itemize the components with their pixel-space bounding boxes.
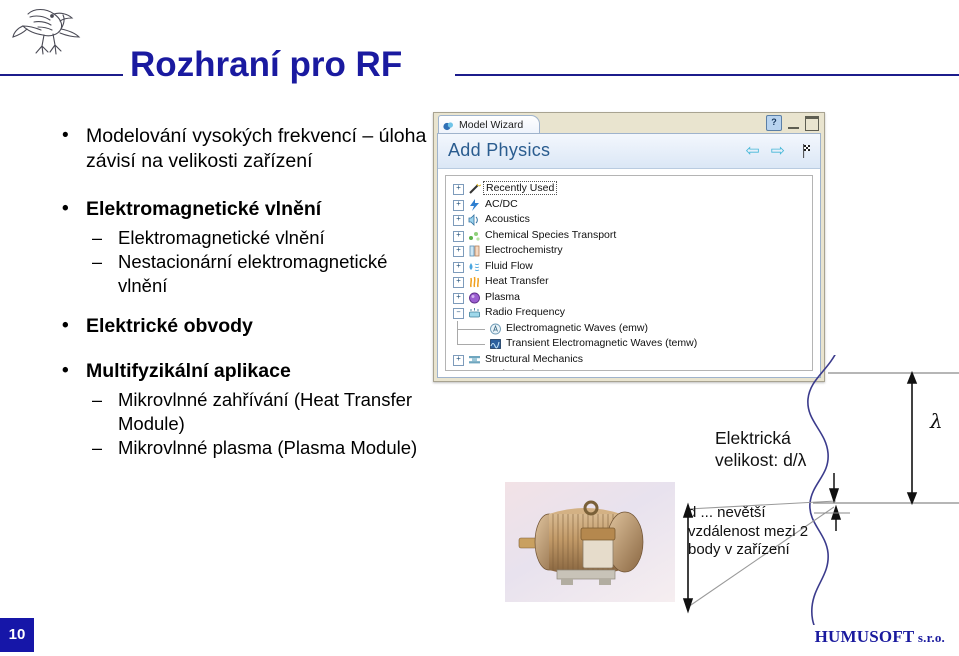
page-number-box: 10 — [0, 618, 34, 652]
heat-transfer-icon — [468, 276, 481, 288]
tree-item-radio-frequency[interactable]: – Radio Frequency — [446, 305, 812, 321]
checkered-flag-icon[interactable] — [796, 143, 812, 159]
arrow-left-icon[interactable]: ⇦ — [746, 142, 760, 159]
tree-line — [457, 328, 485, 330]
tree-line — [457, 336, 458, 344]
minimize-icon[interactable] — [788, 117, 799, 129]
tree-item-label: Electrochemistry — [485, 244, 563, 256]
tree-item-recently-used[interactable]: + Recently Used — [446, 181, 812, 197]
bullet-subitem: Elektromagnetické vlnění — [52, 226, 432, 250]
tree-item-label: Chemical Species Transport — [485, 228, 617, 241]
expand-icon[interactable]: + — [453, 354, 464, 366]
wizard-tab-bar: Model Wizard ? — [434, 113, 824, 134]
tree-item-label: Recently Used — [483, 181, 558, 195]
bullet-item: Modelování vysokých frekvencí – úloha zá… — [52, 123, 432, 174]
page-title: Rozhraní pro RF — [130, 45, 403, 84]
title-rule-left — [0, 74, 123, 76]
chemical-species-icon — [468, 230, 481, 242]
tree-item-fluid-flow[interactable]: + Fluid Flow — [446, 259, 812, 275]
tree-item-label: Mathematics — [485, 368, 545, 370]
wizard-nav-buttons: ⇦ ⇨ — [746, 142, 813, 159]
tree-item-label: Radio Frequency — [485, 306, 565, 318]
bird-logo-icon — [8, 4, 88, 60]
d-definition-line3: body v zařízení — [688, 541, 790, 558]
tree-item-label: Acoustics — [485, 213, 530, 225]
window-buttons: ? — [766, 115, 819, 131]
maximize-icon[interactable] — [805, 115, 819, 131]
bullet-subitem: Mikrovlnné plasma (Plasma Module) — [52, 436, 432, 460]
brand-suffix: s.r.o. — [914, 630, 945, 645]
electrical-size-diagram: Elektrická velikost: d/λ d ... nevětší v… — [600, 355, 959, 625]
d-definition-line2: vzdálenost mezi 2 — [688, 522, 809, 540]
tree-item-electromagnetic-waves-emw[interactable]: Electromagnetic Waves (emw) — [446, 320, 812, 336]
page-number: 10 — [8, 626, 26, 643]
tree-item-acoustics[interactable]: + Acoustics — [446, 212, 812, 228]
title-rule-right — [455, 74, 959, 76]
tree-item-plasma[interactable]: + Plasma — [446, 290, 812, 306]
tab-model-wizard[interactable]: Model Wizard — [438, 115, 541, 134]
lambda-label: λ — [930, 409, 943, 433]
model-wizard-dialog[interactable]: Model Wizard ? Add Physics ⇦ ⇨ + Recentl… — [433, 112, 825, 382]
d-definition-label: d ... nevětší vzdálenost mezi 2 body v z… — [688, 504, 848, 560]
slide: Rozhraní pro RF Modelování vysokých frek… — [0, 0, 959, 656]
bullet-item: Elektromagnetické vlnění — [52, 196, 432, 222]
tree-item-acdc[interactable]: + AC/DC — [446, 197, 812, 213]
bullet-item: Elektrické obvody — [52, 313, 432, 339]
bullet-subitem: Nestacionární elektromagnetické vlnění — [52, 250, 432, 298]
diagram-svg — [682, 355, 959, 625]
tree-item-heat-transfer[interactable]: + Heat Transfer — [446, 274, 812, 290]
brand-label: HUMUSOFT s.r.o. — [815, 627, 945, 647]
expand-icon[interactable]: + — [453, 370, 464, 371]
plasma-icon — [468, 292, 481, 304]
expand-icon[interactable]: + — [453, 261, 464, 273]
tree-item-label: Structural Mechanics — [485, 352, 584, 365]
tree-item-label: Transient Electromagnetic Waves (temw) — [506, 337, 698, 349]
expand-icon[interactable]: + — [453, 246, 464, 257]
expand-icon[interactable]: + — [453, 215, 464, 226]
electrical-size-line2: velikost: d/λ — [715, 450, 807, 470]
tree-item-label: Plasma — [485, 290, 521, 303]
collapse-icon[interactable]: – — [453, 308, 464, 319]
tree-line — [457, 344, 485, 345]
expand-icon[interactable]: + — [453, 230, 464, 242]
tree-item-label: AC/DC — [485, 197, 518, 210]
expand-icon[interactable]: + — [453, 184, 464, 195]
tree-item-label: Electromagnetic Waves (emw) — [506, 321, 648, 334]
tree-item-chemical-species-transport[interactable]: + Chemical Species Transport — [446, 228, 812, 244]
bullet-item: Multifyzikální aplikace — [52, 358, 432, 384]
comsol-icon — [443, 120, 454, 131]
lambda-arrow — [906, 370, 918, 506]
recently-used-icon — [468, 183, 482, 195]
electrochemistry-icon — [468, 245, 481, 257]
help-icon[interactable]: ? — [766, 115, 782, 131]
d-definition-line1: d ... nevětší — [688, 504, 766, 521]
mathematics-icon: Δu — [468, 369, 481, 370]
bullet-subitem: Mikrovlnné zahřívání (Heat Transfer Modu… — [52, 388, 432, 436]
tab-label: Model Wizard — [459, 119, 524, 131]
expand-icon[interactable]: + — [453, 199, 464, 211]
fluid-flow-icon — [468, 261, 481, 273]
wizard-body: Add Physics ⇦ ⇨ + Recently Used + AC/DC … — [437, 133, 821, 378]
expand-icon[interactable]: + — [453, 277, 464, 288]
bullet-list: Modelování vysokých frekvencí – úloha zá… — [52, 123, 432, 460]
tree-item-electrochemistry[interactable]: + Electrochemistry — [446, 243, 812, 259]
tree-item-label: Heat Transfer — [485, 275, 549, 287]
radio-frequency-icon — [468, 307, 481, 319]
acdc-icon — [468, 198, 481, 211]
structural-mechanics-icon — [468, 354, 481, 366]
brand-main: HUMUSOFT — [814, 627, 915, 646]
tree-item-transient-electromagnetic-waves-temw[interactable]: Transient Electromagnetic Waves (temw) — [446, 336, 812, 352]
arrow-right-icon[interactable]: ⇨ — [771, 142, 785, 159]
wizard-header: Add Physics ⇦ ⇨ — [438, 134, 820, 169]
tree-item-label: Fluid Flow — [485, 259, 533, 272]
acoustics-icon — [468, 214, 481, 226]
electrical-size-label: Elektrická velikost: d/λ — [715, 427, 845, 471]
wizard-heading: Add Physics — [448, 140, 551, 160]
emw-icon — [489, 323, 502, 335]
temw-icon — [489, 338, 502, 350]
electrical-size-line1: Elektrická — [715, 428, 791, 448]
expand-icon[interactable]: + — [453, 292, 464, 304]
physics-tree[interactable]: + Recently Used + AC/DC + Acoustics + Ch… — [445, 175, 813, 371]
